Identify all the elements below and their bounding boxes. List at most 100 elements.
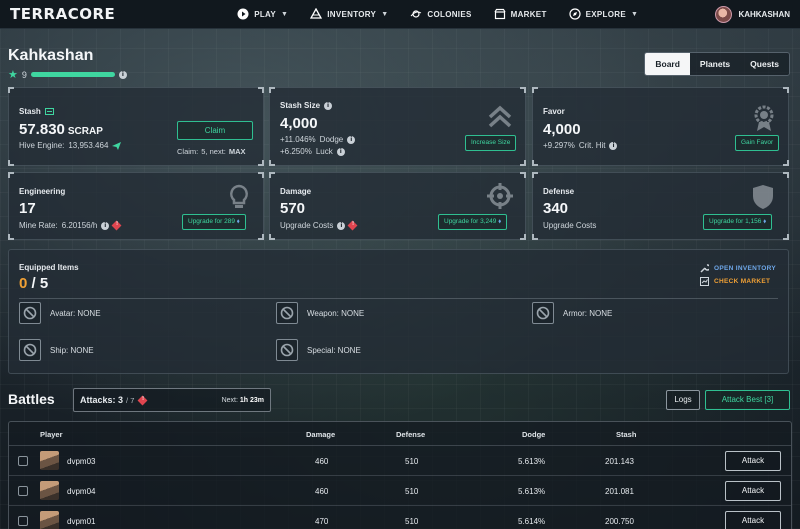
username: KAHKASHAN bbox=[738, 9, 790, 19]
next-label: Next: bbox=[221, 396, 238, 404]
nav-explore[interactable]: EXPLORE ▼ bbox=[569, 8, 639, 20]
equipped-count: 0 / 5 bbox=[19, 275, 48, 292]
inventory-icon bbox=[310, 8, 323, 19]
upgrade-damage-button[interactable]: Upgrade for 3,249 ⬧ bbox=[438, 214, 508, 230]
slot-ship[interactable]: Ship: NONE bbox=[19, 339, 94, 361]
info-icon[interactable]: i bbox=[347, 135, 356, 144]
colonies-icon bbox=[411, 10, 422, 18]
alert-icon bbox=[111, 220, 122, 231]
tab-quests[interactable]: Quests bbox=[740, 53, 789, 75]
damage-sub-label: Upgrade Costs bbox=[280, 221, 334, 230]
attack-best-button[interactable]: Attack Best [3] bbox=[705, 390, 790, 410]
upgrade-engineering-button[interactable]: Upgrade for 289 ⬧ bbox=[182, 214, 246, 230]
drop-icon: ⬧ bbox=[236, 218, 240, 225]
user-menu[interactable]: KAHKASHAN bbox=[715, 5, 790, 23]
row-checkbox[interactable] bbox=[18, 486, 28, 496]
table-row: dvpm04 460 510 5.613% 201.081 Attack bbox=[9, 476, 791, 506]
crit-label: Crit. Hit bbox=[578, 141, 606, 150]
stash-size-card: Stash Size i 4,000 +11.046% Dodge i +6.250%… bbox=[269, 87, 526, 166]
table-row: dvpm03 460 510 5.613% 201.143 Attack bbox=[9, 446, 791, 476]
row-checkbox[interactable] bbox=[18, 456, 28, 466]
market-icon bbox=[494, 8, 506, 20]
table-header: Player Damage Defense Dodge Stash bbox=[9, 422, 791, 446]
favor-card: Favor 4,000 +9.297% Crit. Hit i Gain Favor bbox=[532, 87, 789, 166]
upgrade-engineering-label: Upgrade for 289 bbox=[188, 218, 235, 225]
defense-card: Defense 340 Upgrade Costs Upgrade for 1,… bbox=[532, 172, 789, 240]
attack-button[interactable]: Attack bbox=[725, 481, 781, 501]
favor-value: 4,000 bbox=[543, 121, 581, 138]
tab-planets[interactable]: Planets bbox=[689, 53, 741, 75]
info-icon[interactable]: i bbox=[118, 70, 127, 79]
stash-box-icon bbox=[44, 108, 54, 115]
equipped-title: Equipped Items bbox=[19, 263, 79, 272]
col-player: Player bbox=[40, 430, 63, 439]
player-name[interactable]: dvpm01 bbox=[67, 517, 95, 526]
upgrade-defense-button[interactable]: Upgrade for 1,156 ⬧ bbox=[703, 214, 773, 230]
player-name[interactable]: dvpm04 bbox=[67, 487, 95, 496]
open-inventory-link[interactable]: OPEN INVENTORY bbox=[700, 264, 776, 273]
divider bbox=[19, 298, 778, 299]
empty-slot-icon bbox=[276, 302, 298, 324]
slot-ship-label: Ship: NONE bbox=[50, 345, 94, 355]
claim-button[interactable]: Claim bbox=[177, 121, 253, 140]
nav-play[interactable]: PLAY ▼ bbox=[237, 8, 288, 20]
stash-cell: 200.750 bbox=[605, 517, 634, 526]
nav-explore-label: EXPLORE bbox=[585, 9, 626, 19]
slot-armor[interactable]: Armor: NONE bbox=[532, 302, 612, 324]
damage-cell: 470 bbox=[315, 517, 329, 526]
xp-bar bbox=[30, 72, 115, 77]
next-value: 1h 23m bbox=[239, 396, 264, 404]
mine-rate-label: Mine Rate: bbox=[19, 221, 58, 230]
logs-button[interactable]: Logs bbox=[666, 390, 700, 410]
battles-table: Player Damage Defense Dodge Stash dvpm03… bbox=[8, 421, 792, 529]
info-icon[interactable]: i bbox=[324, 101, 333, 110]
col-defense: Defense bbox=[396, 430, 426, 439]
shield-icon bbox=[753, 185, 773, 209]
hive-engine-value: 13,953.464 bbox=[68, 141, 109, 150]
defense-cell: 510 bbox=[405, 457, 419, 466]
stash-value: 57.830 bbox=[19, 121, 65, 138]
nav-items: PLAY ▼ INVENTORY ▼ COLONIES MARKET EXPLORE… bbox=[160, 8, 715, 20]
info-icon[interactable]: i bbox=[101, 221, 110, 230]
slot-armor-label: Armor: NONE bbox=[563, 308, 613, 318]
engineering-title: Engineering bbox=[19, 187, 66, 196]
slot-weapon[interactable]: Weapon: NONE bbox=[276, 302, 364, 324]
player-avatar bbox=[40, 511, 59, 529]
info-icon[interactable]: i bbox=[609, 141, 618, 150]
info-icon[interactable]: i bbox=[336, 147, 345, 156]
check-market-link[interactable]: CHECK MARKET bbox=[700, 277, 776, 286]
equipped-items-panel: Equipped Items 0 / 5 OPEN INVENTORY CHEC… bbox=[8, 249, 789, 374]
engineering-value: 17 bbox=[19, 200, 36, 217]
defense-sub-label: Upgrade Costs bbox=[543, 221, 597, 230]
equipped-current: 0 bbox=[19, 275, 28, 292]
row-checkbox[interactable] bbox=[18, 516, 28, 526]
nav-market[interactable]: MARKET bbox=[494, 8, 547, 20]
nav-inventory[interactable]: INVENTORY ▼ bbox=[310, 8, 388, 20]
player-name[interactable]: dvpm03 bbox=[67, 457, 95, 466]
stash-card: Stash 57.830 SCRAP Hive Engine: 13,953.46… bbox=[8, 87, 264, 166]
info-icon[interactable]: i bbox=[337, 221, 346, 230]
hive-engine-label: Hive Engine: bbox=[19, 141, 65, 150]
attack-button[interactable]: Attack bbox=[725, 511, 781, 529]
attack-button[interactable]: Attack bbox=[725, 451, 781, 471]
slot-avatar-label: Avatar: NONE bbox=[50, 308, 101, 318]
nav-colonies[interactable]: COLONIES bbox=[410, 8, 471, 20]
player-avatar bbox=[40, 451, 59, 470]
play-icon bbox=[237, 8, 249, 20]
crosshair-icon bbox=[487, 183, 513, 209]
claim-info-value: 5, next: bbox=[201, 147, 226, 156]
slot-avatar[interactable]: Avatar: NONE bbox=[19, 302, 101, 324]
dodge-cell: 5.613% bbox=[518, 457, 546, 466]
increase-size-button[interactable]: Increase Size bbox=[465, 135, 517, 151]
send-icon[interactable] bbox=[112, 141, 122, 150]
gain-favor-button[interactable]: Gain Favor bbox=[735, 135, 780, 151]
slot-special[interactable]: Special: NONE bbox=[276, 339, 361, 361]
level-row: ★ 9 i bbox=[8, 68, 127, 81]
col-dodge: Dodge bbox=[522, 430, 546, 439]
compass-icon bbox=[569, 8, 581, 20]
stash-size-value: 4,000 bbox=[280, 115, 318, 132]
lightbulb-icon bbox=[230, 184, 248, 208]
battles-title: Battles bbox=[8, 391, 55, 407]
attacks-label: Attacks: bbox=[80, 395, 116, 405]
tab-board[interactable]: Board bbox=[645, 53, 690, 75]
